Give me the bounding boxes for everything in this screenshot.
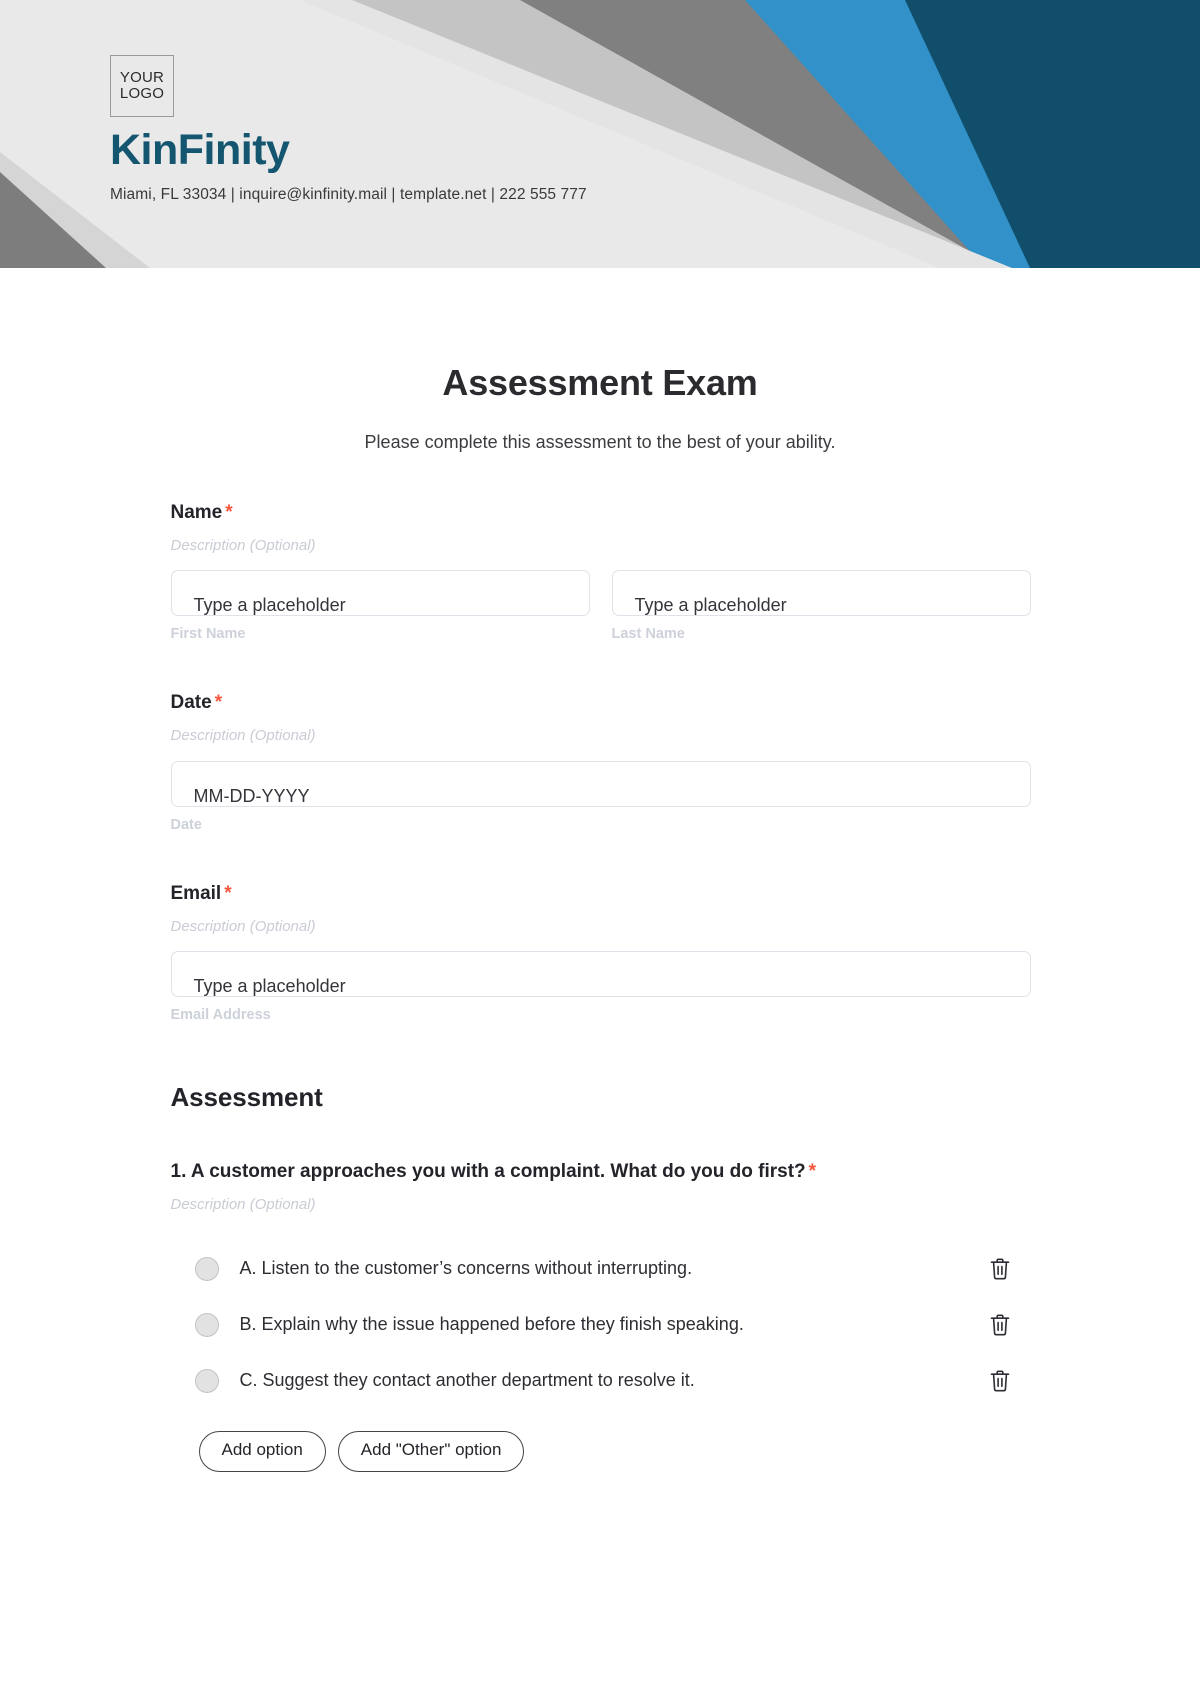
question-1-options: A. Listen to the customer’s concerns wit…: [171, 1241, 1031, 1409]
radio-button-icon[interactable]: [194, 1313, 219, 1338]
last-name-input[interactable]: Type a placeholder: [611, 570, 1031, 617]
field-date: Date * Description (Optional) MM-DD-YYYY …: [170, 692, 1031, 834]
first-name-placeholder: Type a placeholder: [193, 595, 346, 616]
field-email: Email * Description (Optional) Type a pla…: [170, 882, 1031, 1024]
trash-icon[interactable]: [987, 1255, 1013, 1283]
required-asterisk: *: [808, 1160, 817, 1182]
last-name-column: Type a placeholder Last Name: [611, 570, 1031, 643]
last-name-placeholder: Type a placeholder: [634, 595, 787, 616]
radio-button-icon[interactable]: [194, 1257, 219, 1282]
trash-icon[interactable]: [987, 1367, 1013, 1395]
add-option-button[interactable]: Add option: [198, 1431, 326, 1473]
option-row[interactable]: C. Suggest they contact another departme…: [171, 1353, 1031, 1409]
form-body: Assessment Exam Please complete this ass…: [0, 362, 1200, 1473]
field-name-label: Name *: [170, 502, 1031, 524]
radio-button-icon[interactable]: [194, 1369, 219, 1394]
first-name-input[interactable]: Type a placeholder: [170, 570, 590, 617]
field-name-description: Description (Optional): [170, 536, 316, 554]
field-email-description: Description (Optional): [170, 917, 316, 935]
logo-placeholder: YOUR LOGO: [110, 55, 174, 117]
add-other-option-button[interactable]: Add "Other" option: [337, 1431, 525, 1473]
logo-line-1: YOUR: [119, 68, 165, 86]
name-input-row: Type a placeholder First Name Type a pla…: [170, 570, 1031, 643]
option-label: C. Suggest they contact another departme…: [239, 1370, 695, 1391]
email-placeholder: Type a placeholder: [193, 976, 346, 997]
first-name-column: Type a placeholder First Name: [170, 570, 590, 643]
question-1-description: Description (Optional): [170, 1195, 316, 1213]
field-date-label: Date *: [170, 692, 1031, 714]
page-title: Assessment Exam: [442, 362, 758, 403]
option-label: B. Explain why the issue happened before…: [239, 1314, 744, 1335]
field-name: Name * Description (Optional) Type a plac…: [170, 502, 1031, 643]
required-asterisk: *: [224, 882, 232, 904]
field-email-label: Email *: [170, 882, 1031, 905]
question-1-label: 1. A customer approaches you with a comp…: [170, 1160, 806, 1182]
option-action-buttons: Add option Add "Other" option: [171, 1431, 1031, 1473]
date-column: MM-DD-YYYY Date: [170, 760, 1031, 834]
date-input-row: MM-DD-YYYY Date: [170, 760, 1031, 834]
option-row[interactable]: B. Explain why the issue happened before…: [171, 1297, 1031, 1353]
date-input[interactable]: MM-DD-YYYY: [170, 760, 1031, 807]
page-header: YOUR LOGO KinFinity Miami, FL 33034 | in…: [0, 0, 1200, 268]
field-date-description: Description (Optional): [170, 727, 316, 745]
first-name-sublabel: First Name: [170, 626, 246, 643]
required-asterisk: *: [214, 692, 223, 714]
brand-contact-line: Miami, FL 33034 | inquire@kinfinity.mail…: [110, 186, 587, 203]
brand-block: YOUR LOGO KinFinity Miami, FL 33034 | in…: [110, 55, 587, 204]
question-1: 1. A customer approaches you with a comp…: [170, 1161, 1031, 1473]
field-name-label-text: Name: [170, 502, 223, 523]
option-row[interactable]: A. Listen to the customer’s concerns wit…: [171, 1241, 1031, 1297]
date-placeholder: MM-DD-YYYY: [193, 785, 310, 806]
date-sublabel: Date: [170, 816, 202, 833]
fields-container: Name * Description (Optional) Type a plac…: [170, 502, 1031, 1473]
option-label: A. Listen to the customer’s concerns wit…: [239, 1258, 693, 1279]
required-asterisk: *: [225, 502, 233, 523]
field-email-label-text: Email: [170, 882, 222, 904]
field-date-label-text: Date: [170, 692, 212, 714]
brand-name: KinFinity: [110, 126, 290, 174]
email-column: Type a placeholder Email Address: [170, 951, 1031, 1024]
email-input[interactable]: Type a placeholder: [170, 951, 1031, 998]
email-input-row: Type a placeholder Email Address: [170, 951, 1031, 1024]
logo-line-2: LOGO: [119, 85, 165, 102]
assessment-section-heading: Assessment: [170, 1081, 323, 1112]
question-1-text: 1. A customer approaches you with a comp…: [171, 1161, 1031, 1183]
trash-icon[interactable]: [987, 1311, 1013, 1339]
last-name-sublabel: Last Name: [611, 626, 685, 643]
page-subtitle: Please complete this assessment to the b…: [364, 432, 836, 452]
email-sublabel: Email Address: [170, 1007, 271, 1024]
